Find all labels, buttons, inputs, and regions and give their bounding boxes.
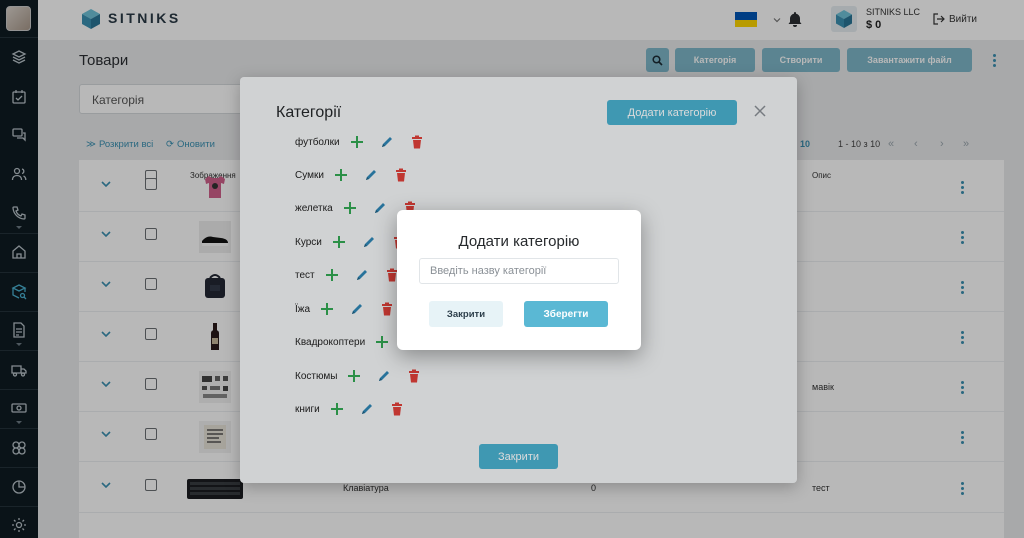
save-button[interactable]: Зберегти [524,301,608,327]
add-category-title: Додати категорію [458,233,580,250]
add-category-dialog: Додати категорію Закрити Зберегти [397,210,641,350]
close-button[interactable]: Закрити [429,301,503,327]
category-name-input[interactable] [419,258,619,284]
